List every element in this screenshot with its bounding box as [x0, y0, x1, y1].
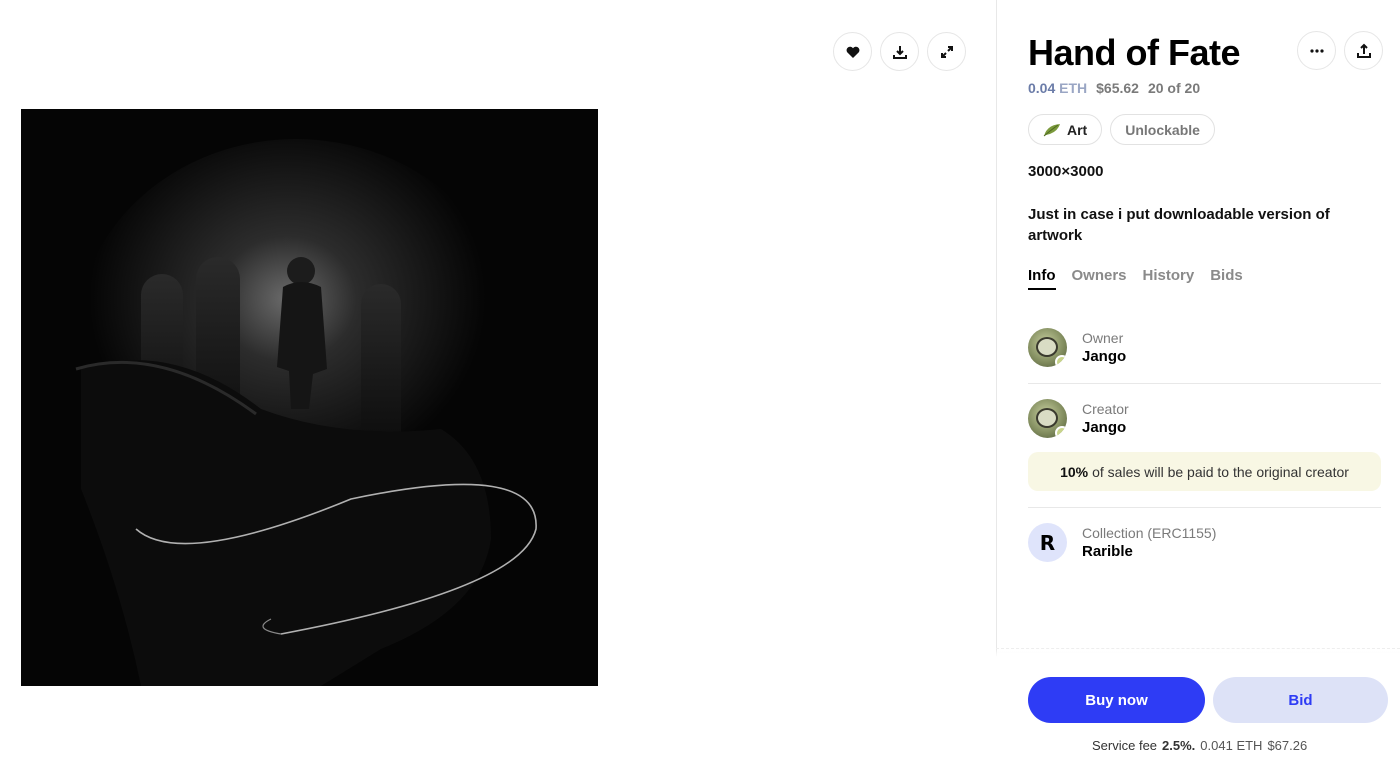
owner-row[interactable]: Owner Jango	[1028, 328, 1383, 388]
item-tags: Art Unlockable	[1028, 114, 1215, 145]
collection-row[interactable]: R Collection (ERC1155) Rarible	[1028, 523, 1383, 583]
leaf-icon	[1043, 123, 1060, 136]
edition-count: 20 of 20	[1147, 80, 1201, 96]
item-description: Just in case i put downloadable version …	[1028, 206, 1330, 244]
creator-row[interactable]: Creator Jango	[1028, 399, 1383, 459]
fee-eth: 0.041 ETH	[1200, 738, 1263, 753]
hand-artwork-graphic	[21, 109, 598, 686]
tab-bids[interactable]: Bids	[1210, 267, 1243, 290]
more-icon	[1309, 48, 1324, 53]
royalty-notice: 10% of sales will be paid to the origina…	[1028, 452, 1381, 491]
royalty-percent: 10%	[1060, 463, 1089, 480]
divider	[1028, 507, 1381, 508]
tag-art[interactable]: Art	[1028, 114, 1103, 145]
collection-label: Collection (ERC1155)	[1082, 525, 1217, 541]
title-actions	[1297, 31, 1383, 70]
owner-name[interactable]: Jango	[1082, 348, 1126, 365]
fee-usd: $67.26	[1267, 738, 1308, 753]
tag-label: Unlockable	[1125, 121, 1200, 138]
creator-name[interactable]: Jango	[1082, 419, 1126, 436]
owner-label: Owner	[1082, 330, 1124, 346]
fee-percent: 2.5%.	[1162, 738, 1196, 753]
share-icon	[1356, 43, 1371, 58]
rarible-logo-icon: R	[1028, 523, 1067, 562]
price-row: 0.04 ETH $65.62 20 of 20	[1028, 80, 1200, 96]
verified-icon	[1055, 355, 1067, 367]
preview-actions	[833, 32, 966, 71]
service-fee: Service fee 2.5%. 0.041 ETH $67.26	[1092, 738, 1307, 753]
fee-label: Service fee	[1092, 738, 1158, 753]
collection-name[interactable]: Rarible	[1082, 543, 1133, 560]
download-button[interactable]	[880, 32, 919, 71]
title-row: Hand of Fate	[1028, 31, 1383, 75]
tab-history[interactable]: History	[1143, 267, 1195, 290]
tab-info[interactable]: Info	[1028, 267, 1056, 290]
expand-button[interactable]	[927, 32, 966, 71]
creator-label: Creator	[1082, 401, 1129, 417]
bid-button[interactable]: Bid	[1213, 677, 1388, 723]
tag-label: Art	[1067, 121, 1088, 138]
expand-icon	[940, 45, 953, 58]
heart-icon	[846, 46, 859, 58]
download-icon	[892, 45, 907, 59]
item-dimensions: 3000×3000	[1028, 163, 1104, 180]
verified-icon	[1055, 426, 1067, 438]
share-button[interactable]	[1344, 31, 1383, 70]
tab-owners[interactable]: Owners	[1072, 267, 1127, 290]
tag-unlockable[interactable]: Unlockable	[1110, 114, 1215, 145]
divider	[1028, 383, 1381, 384]
more-options-button[interactable]	[1297, 31, 1336, 70]
artwork-image[interactable]	[21, 109, 598, 686]
artwork-preview	[0, 0, 996, 762]
royalty-text: of sales will be paid to the original cr…	[1092, 463, 1349, 480]
details-tabs: Info Owners History Bids	[1028, 267, 1243, 290]
buy-now-button[interactable]: Buy now	[1028, 677, 1205, 723]
price-usd: $65.62	[1096, 80, 1139, 96]
avatar	[1028, 399, 1067, 438]
like-button[interactable]	[833, 32, 872, 71]
avatar	[1028, 328, 1067, 367]
price-eth: 0.04 ETH	[1028, 80, 1088, 96]
